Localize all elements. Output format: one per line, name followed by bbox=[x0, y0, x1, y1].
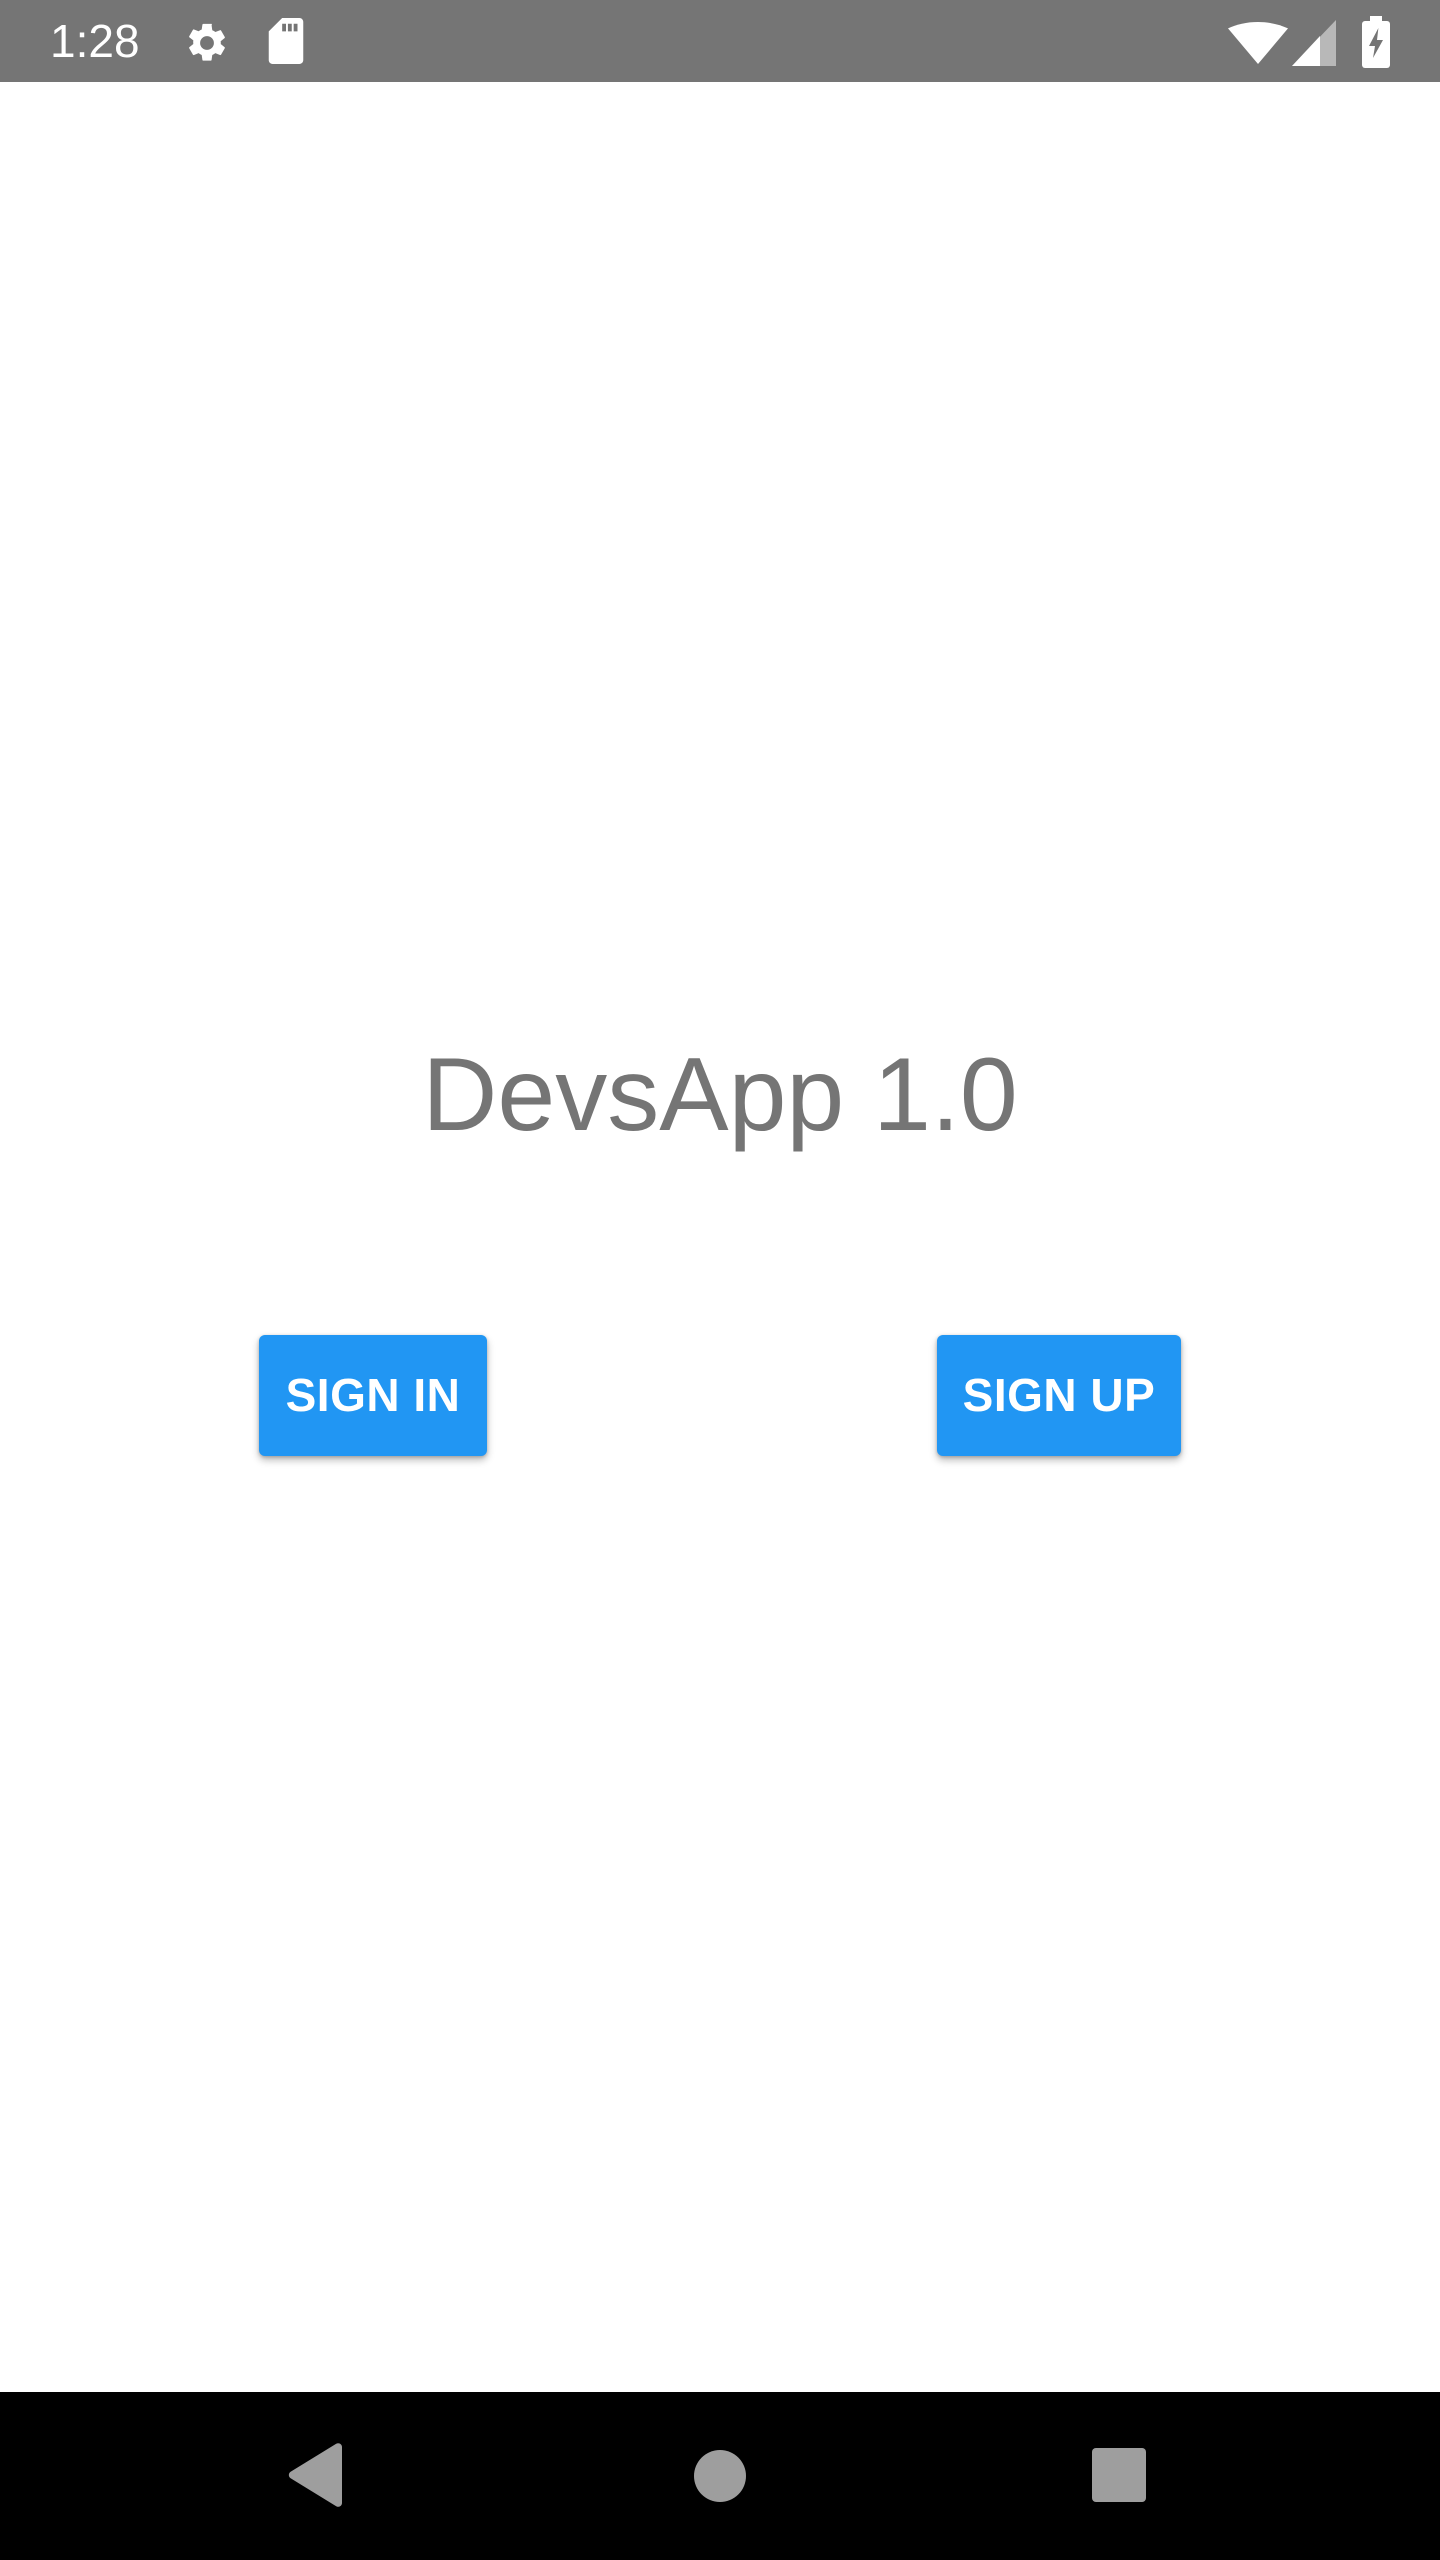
wifi-icon bbox=[1228, 22, 1288, 64]
app-title: DevsApp 1.0 bbox=[422, 1037, 1018, 1153]
battery-charging-icon bbox=[1362, 16, 1390, 68]
recents-icon[interactable] bbox=[1092, 2448, 1146, 2502]
back-icon[interactable] bbox=[286, 2442, 346, 2508]
status-bar: 1:28 bbox=[0, 0, 1440, 82]
sign-in-button[interactable]: SIGN IN bbox=[259, 1335, 487, 1456]
navigation-bar bbox=[0, 2392, 1440, 2560]
signal-icon bbox=[1292, 20, 1336, 66]
home-icon[interactable] bbox=[694, 2450, 746, 2502]
sd-card-icon bbox=[268, 18, 304, 64]
sign-up-button[interactable]: SIGN UP bbox=[937, 1335, 1181, 1456]
gear-icon bbox=[189, 23, 225, 61]
status-time: 1:28 bbox=[50, 15, 140, 67]
screen: 1:28 DevsApp 1.0 SIGN IN SIGN UP bbox=[0, 0, 1440, 2560]
